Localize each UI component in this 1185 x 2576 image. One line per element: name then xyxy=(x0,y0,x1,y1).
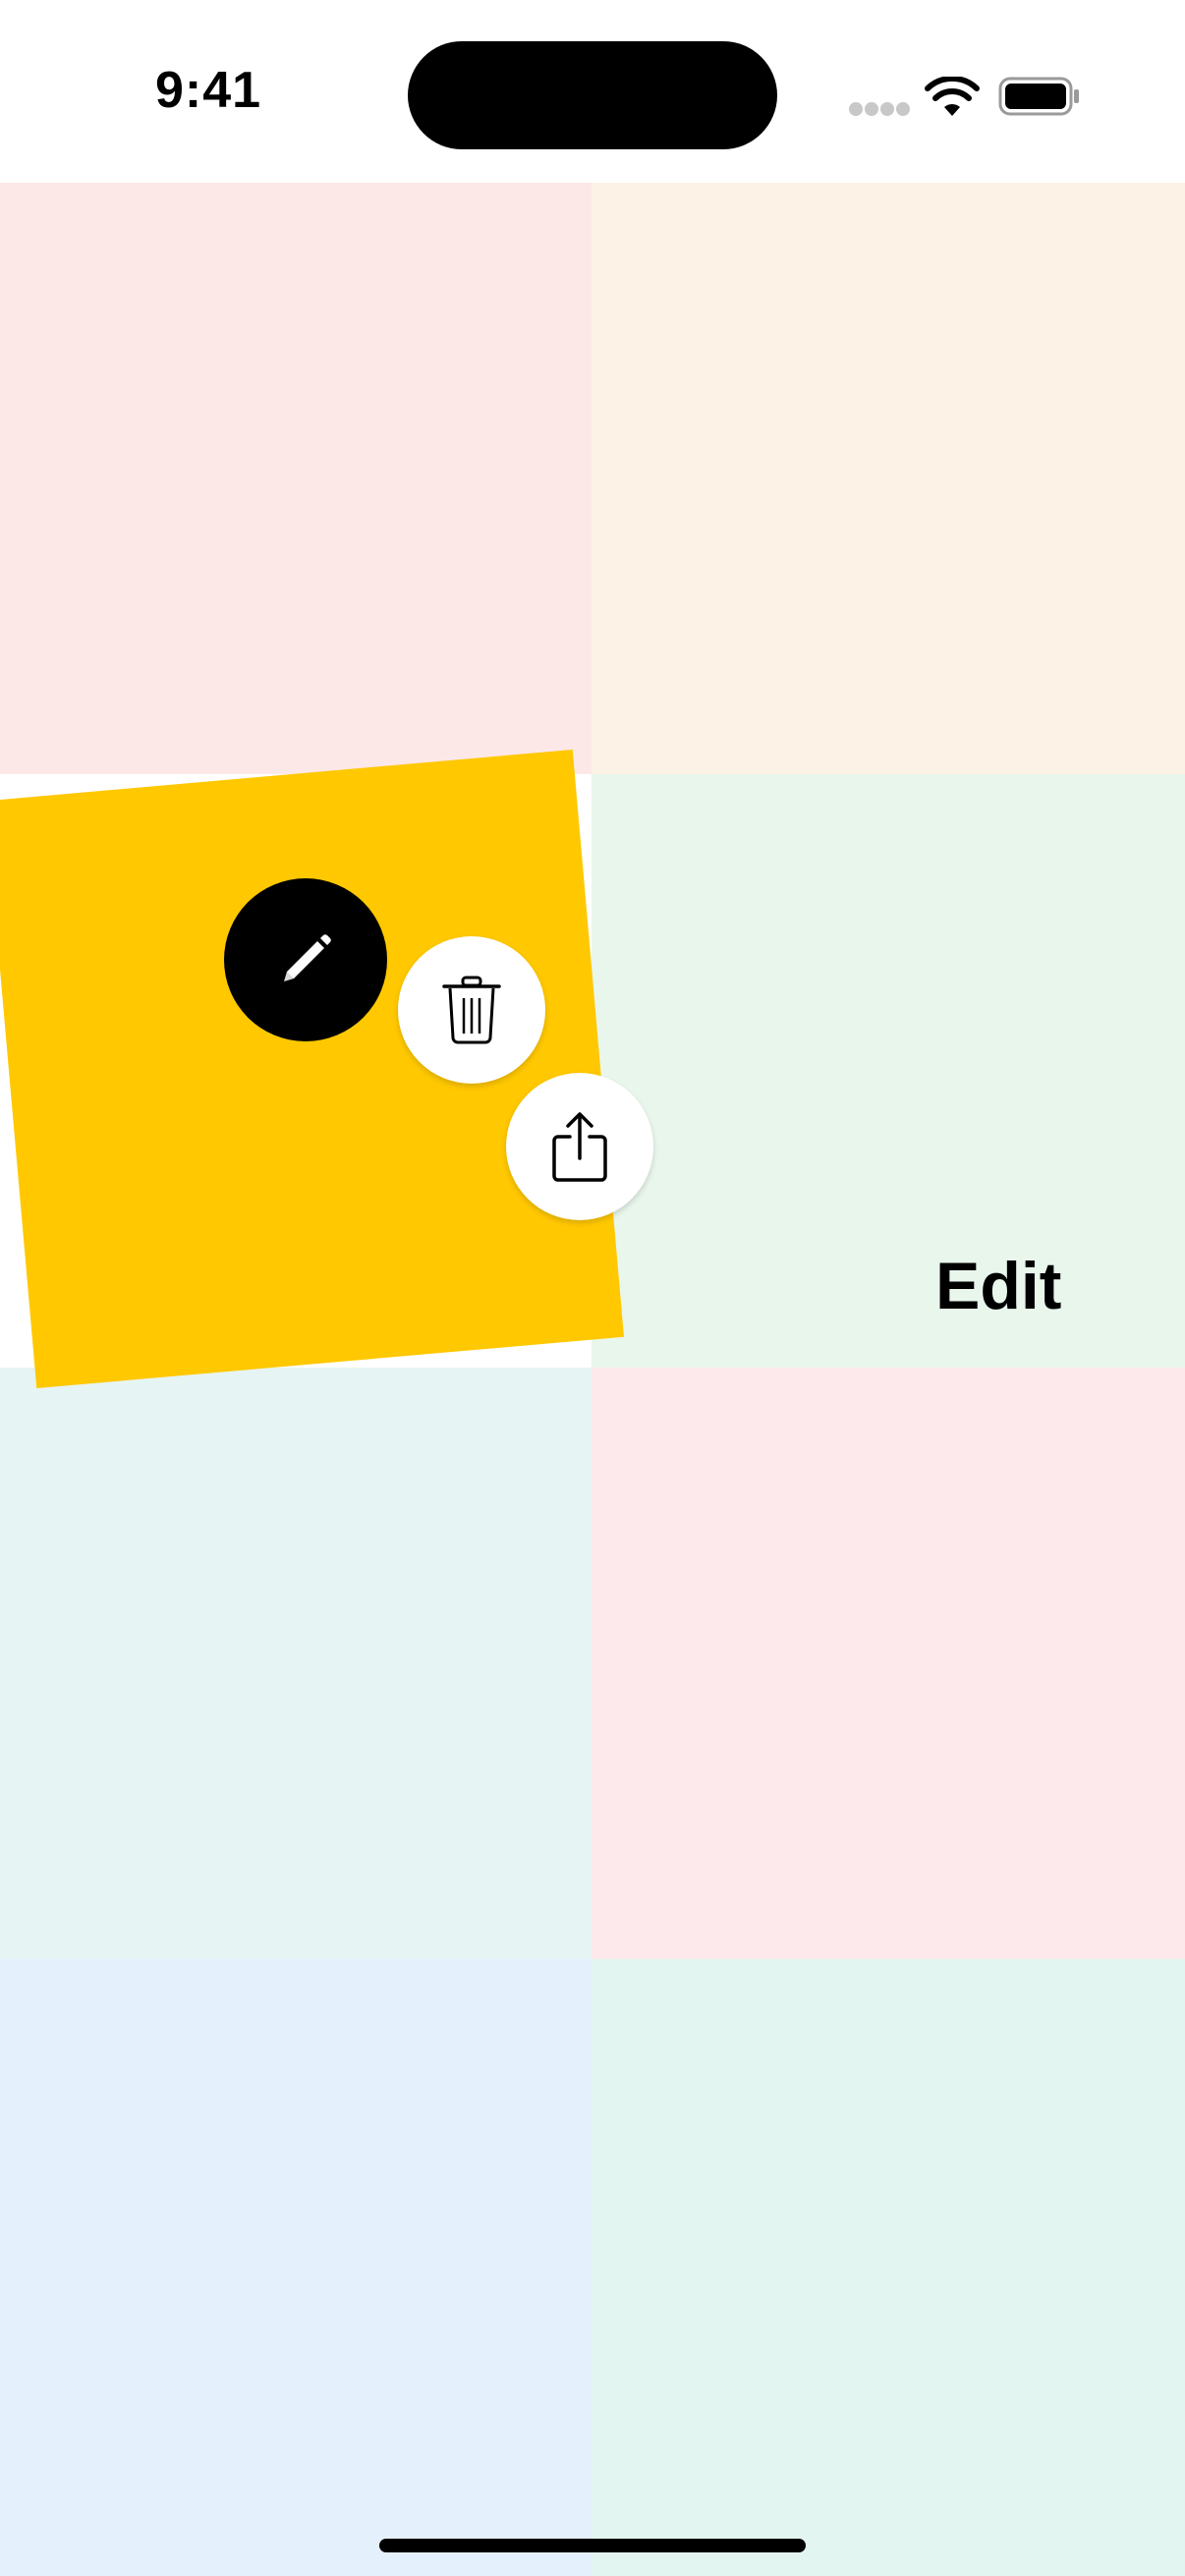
home-indicator[interactable] xyxy=(379,2539,806,2552)
note-tile[interactable] xyxy=(0,183,592,774)
signal-dots-icon xyxy=(849,102,910,116)
pencil-icon xyxy=(284,934,331,981)
wifi-icon xyxy=(925,77,980,116)
note-tile[interactable] xyxy=(592,183,1185,774)
edit-button[interactable] xyxy=(224,878,387,1041)
trash-icon xyxy=(442,976,501,1044)
note-tile[interactable] xyxy=(592,1959,1185,2576)
note-tile[interactable] xyxy=(592,1368,1185,1959)
dynamic-island xyxy=(408,41,777,149)
share-icon xyxy=(552,1112,607,1182)
battery-icon xyxy=(998,77,1079,116)
edit-label: Edit xyxy=(935,1249,1062,1323)
note-tile[interactable] xyxy=(0,1959,592,2576)
delete-button[interactable] xyxy=(398,936,545,1084)
selected-sticky-note[interactable] xyxy=(0,749,625,1389)
share-button[interactable] xyxy=(506,1073,653,1220)
note-tile[interactable] xyxy=(0,1368,592,1959)
note-tile[interactable] xyxy=(592,774,1185,1368)
status-time: 9:41 xyxy=(155,62,262,119)
status-bar: 9:41 xyxy=(0,0,1185,183)
